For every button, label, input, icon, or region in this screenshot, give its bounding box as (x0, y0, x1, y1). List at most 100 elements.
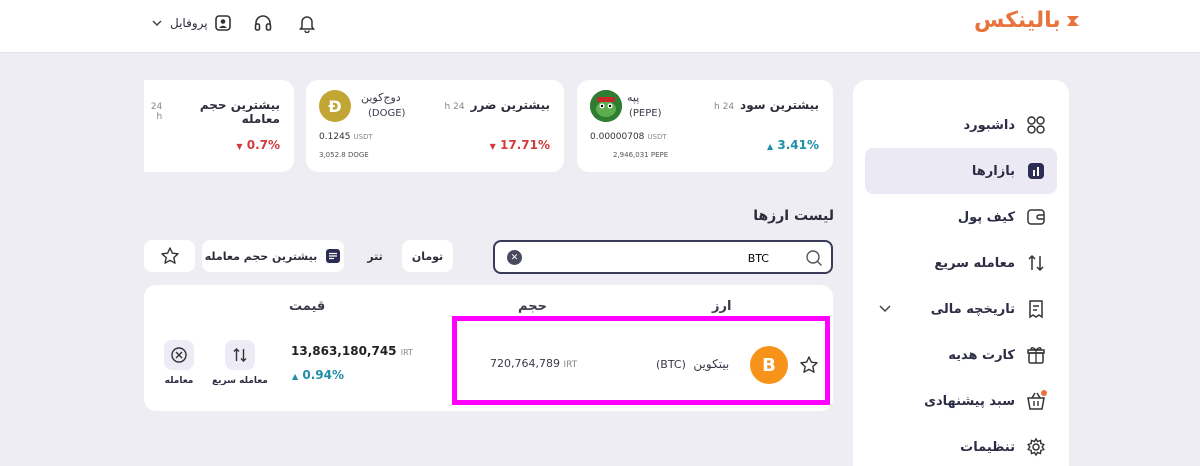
coin-symbol: (BTC) (656, 358, 686, 371)
gear-icon (1025, 436, 1047, 458)
wallet-icon (1025, 206, 1047, 228)
card-most-volume[interactable]: بیشترین حجم معامله 24 h ▼ 0.7% (144, 80, 294, 172)
coin-price: 0.1245 USDT (319, 132, 373, 142)
btc-coin-letter: B (762, 354, 776, 376)
volume-value: 3,052.8 (319, 151, 346, 159)
quick-trade-button[interactable]: معامله سریع (212, 340, 268, 386)
card-title-text: بیشترین ضرر (470, 98, 550, 112)
price-value: 0.00000708 (590, 132, 645, 142)
search-input[interactable] (529, 248, 769, 268)
card-title: بیشترین سود 24 h (714, 98, 819, 112)
tab-toman[interactable]: تومان (402, 240, 453, 272)
price-unit: USDT (353, 133, 373, 141)
sidebar-item-history[interactable]: تاریخچه مالی (865, 286, 1057, 332)
sidebar-item-label: سبد پیشنهادی (924, 393, 1015, 409)
coin-price: 0.00000708 USDT (590, 132, 667, 142)
sidebar-item-wallet[interactable]: کیف پول (865, 194, 1057, 240)
change-value: 17.71% (500, 138, 550, 152)
sidebar-item-label: تاریخچه مالی (930, 301, 1015, 317)
sidebar-item-quick-trade[interactable]: معامله سریع (865, 240, 1057, 286)
coin-volume: 3,052.8 DOGE (319, 151, 369, 159)
change-value: 3.41% (777, 138, 819, 152)
column-header-volume: حجم (518, 299, 547, 314)
change-value: 0.94% (302, 368, 344, 382)
basket-icon (1025, 390, 1047, 412)
sidebar-item-gift-card[interactable]: کارت هدیه (865, 332, 1057, 378)
tab-label: تومان (411, 249, 444, 263)
star-icon (800, 356, 818, 373)
tab-tether[interactable]: تتر (353, 240, 397, 272)
favorites-filter-button[interactable] (144, 240, 195, 272)
arrow-up-icon: ▲ (767, 142, 774, 151)
sidebar-item-label: تنظیمات (960, 439, 1015, 455)
sidebar-item-label: بازارها (971, 163, 1015, 179)
price-value: 0.1245 (319, 132, 351, 142)
profile-label: پروفایل (170, 16, 208, 30)
top-bar: بالینکس پروفایل (0, 0, 1200, 53)
volume-value: 720,764,789 (490, 357, 560, 370)
sidebar: داشبورد بازارها کیف پول معامله سریع تاری… (853, 80, 1069, 466)
arrow-down-icon: ▼ (489, 142, 496, 151)
pepe-coin-icon (590, 90, 622, 122)
doge-coin-letter: Ð (328, 96, 342, 116)
coin-name: دوج‌کوین (361, 91, 401, 104)
clear-search-icon[interactable]: ✕ (507, 250, 522, 265)
doge-coin-icon: Ð (319, 90, 351, 122)
support-button[interactable] (250, 10, 276, 36)
sidebar-item-settings[interactable]: تنظیمات (865, 424, 1057, 466)
arrow-down-icon: ▼ (236, 142, 243, 151)
notifications-button[interactable] (294, 10, 320, 36)
chevron-down-icon (152, 20, 162, 27)
column-header-currency: ارز (712, 299, 732, 314)
search-icon (805, 249, 823, 271)
change-percent: ▼ 17.71% (490, 138, 550, 152)
coin-symbol: (DOGE) (368, 108, 406, 119)
btc-coin-icon: B (750, 346, 788, 384)
profile-menu[interactable]: پروفایل (150, 14, 232, 32)
chart-icon (1025, 160, 1047, 182)
sidebar-item-label: داشبورد (963, 117, 1015, 133)
change-percent: ▼ 0.7% (236, 138, 280, 152)
trade-label: معامله (164, 376, 194, 386)
logo-text: بالینکس (974, 8, 1061, 33)
sidebar-item-markets[interactable]: بازارها (865, 148, 1057, 194)
change-percent: ▲ 0.94% (292, 368, 344, 382)
sort-icon (326, 249, 341, 263)
sidebar-item-dashboard[interactable]: داشبورد (865, 102, 1057, 148)
volume-unit: PEPE (650, 151, 669, 159)
card-most-profit[interactable]: بیشترین سود 24 h پپه (PEPE) 0.00000708 US… (577, 80, 833, 172)
column-header-price: قیمت (289, 299, 326, 314)
star-icon (160, 247, 179, 264)
tab-label: تتر (367, 249, 383, 263)
sidebar-item-label: کارت هدیه (948, 347, 1015, 363)
sort-dropdown[interactable]: بیشترین حجم معامله (202, 240, 344, 272)
trade-box (164, 340, 194, 370)
sort-label: بیشترین حجم معامله (204, 249, 318, 263)
card-tag: 24 h (150, 102, 163, 122)
coin-name: (BTC) بیتکوین (656, 357, 729, 371)
logo-mark-icon (1066, 15, 1079, 26)
sidebar-item-label: معامله سریع (934, 255, 1015, 271)
swap-icon (1025, 252, 1047, 274)
coin-name-text: بیتکوین (693, 357, 730, 371)
logo[interactable]: بالینکس (974, 8, 1081, 33)
card-most-loss[interactable]: بیشترین ضرر 24 h Ð دوج‌کوین (DOGE) 0.124… (306, 80, 564, 172)
price-unit: USDT (647, 133, 667, 141)
change-value: 0.7% (246, 138, 280, 152)
quick-trade-label: معامله سریع (212, 376, 268, 386)
search-box[interactable]: ✕ (493, 240, 833, 274)
card-tag: 24 h (714, 102, 735, 112)
currency-table: ارز حجم قیمت B (BTC) بیتکوین 720,764,789… (144, 285, 833, 411)
exchange-icon (171, 347, 187, 363)
swap-icon (233, 348, 247, 362)
trade-button[interactable]: معامله (164, 340, 194, 386)
notification-dot (1041, 390, 1047, 396)
sidebar-item-suggested-basket[interactable]: سبد پیشنهادی (865, 378, 1057, 424)
headset-icon (254, 15, 271, 31)
quick-trade-box (224, 340, 255, 370)
favorite-star-button[interactable] (799, 355, 819, 379)
arrow-up-icon: ▲ (292, 372, 299, 381)
coin-name: پپه (627, 91, 640, 104)
price-cell: 13,863,180,745 IRT (291, 344, 413, 358)
user-icon (214, 15, 231, 31)
